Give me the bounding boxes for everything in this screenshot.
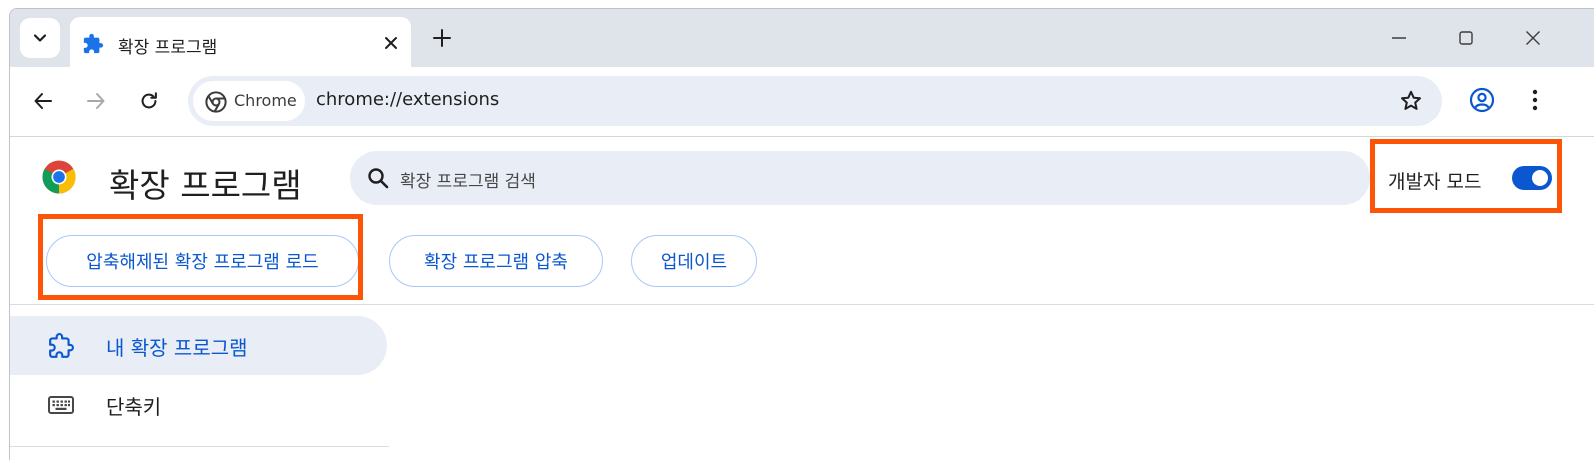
search-icon bbox=[368, 168, 389, 189]
toolbar-divider bbox=[10, 136, 1594, 137]
window-close-button[interactable] bbox=[1518, 26, 1548, 50]
address-bar[interactable]: Chrome chrome://extensions bbox=[188, 76, 1442, 126]
close-icon bbox=[1526, 31, 1540, 45]
chevron-down-icon bbox=[33, 34, 47, 42]
puzzle-icon bbox=[48, 333, 74, 359]
header-divider bbox=[10, 304, 1594, 305]
pack-extension-button[interactable]: 확장 프로그램 압축 bbox=[389, 235, 603, 287]
tab-search-button[interactable] bbox=[20, 18, 60, 58]
update-button[interactable]: 업데이트 bbox=[631, 235, 757, 287]
close-icon bbox=[385, 37, 397, 49]
tab-close-button[interactable] bbox=[379, 31, 403, 55]
developer-mode-highlight bbox=[1370, 139, 1562, 213]
keyboard-icon bbox=[48, 392, 74, 418]
maximize-button[interactable] bbox=[1451, 26, 1481, 50]
search-placeholder: 확장 프로그램 검색 bbox=[400, 172, 536, 192]
extension-search-input[interactable]: 확장 프로그램 검색 bbox=[350, 151, 1370, 205]
more-vert-icon bbox=[1532, 89, 1538, 111]
chrome-logo-icon bbox=[205, 91, 227, 113]
url-text[interactable]: chrome://extensions bbox=[316, 89, 499, 110]
load-unpacked-highlight bbox=[38, 214, 363, 300]
forward-button[interactable] bbox=[80, 85, 112, 117]
sidebar-item-my-extensions[interactable]: 내 확장 프로그램 bbox=[10, 316, 387, 375]
sidebar-item-shortcuts[interactable]: 단축키 bbox=[10, 375, 387, 434]
tab-extensions[interactable]: 확장 프로그램 bbox=[70, 17, 411, 67]
browser-toolbar: Chrome chrome://extensions bbox=[10, 67, 1594, 136]
reload-icon bbox=[141, 92, 157, 109]
site-info-chip[interactable]: Chrome bbox=[193, 81, 305, 121]
tab-strip: 확장 프로그램 bbox=[10, 9, 1594, 67]
sidebar-divider bbox=[10, 446, 389, 447]
account-circle-icon bbox=[1469, 87, 1495, 113]
arrow-right-icon bbox=[87, 93, 105, 109]
arrow-left-icon bbox=[34, 93, 52, 109]
page-title: 확장 프로그램 bbox=[109, 166, 302, 205]
tab-title: 확장 프로그램 bbox=[118, 38, 218, 58]
browser-window: 확장 프로그램 Chrome chrome://extensions 확장 프로… bbox=[9, 8, 1594, 460]
back-button[interactable] bbox=[27, 85, 59, 117]
star-icon bbox=[1401, 90, 1421, 110]
site-chip-label: Chrome bbox=[234, 91, 297, 110]
chrome-logo-icon bbox=[42, 160, 76, 194]
puzzle-icon bbox=[83, 33, 104, 54]
bookmark-button[interactable] bbox=[1398, 88, 1424, 114]
profile-button[interactable] bbox=[1466, 84, 1498, 116]
plus-icon bbox=[433, 29, 451, 47]
sidebar-item-label: 단축키 bbox=[106, 395, 162, 419]
maximize-icon bbox=[1459, 31, 1473, 45]
minimize-icon bbox=[1392, 37, 1406, 39]
menu-button[interactable] bbox=[1519, 84, 1551, 116]
reload-button[interactable] bbox=[133, 85, 165, 117]
minimize-button[interactable] bbox=[1384, 26, 1414, 50]
sidebar-item-label: 내 확장 프로그램 bbox=[106, 336, 248, 360]
new-tab-button[interactable] bbox=[428, 24, 456, 52]
